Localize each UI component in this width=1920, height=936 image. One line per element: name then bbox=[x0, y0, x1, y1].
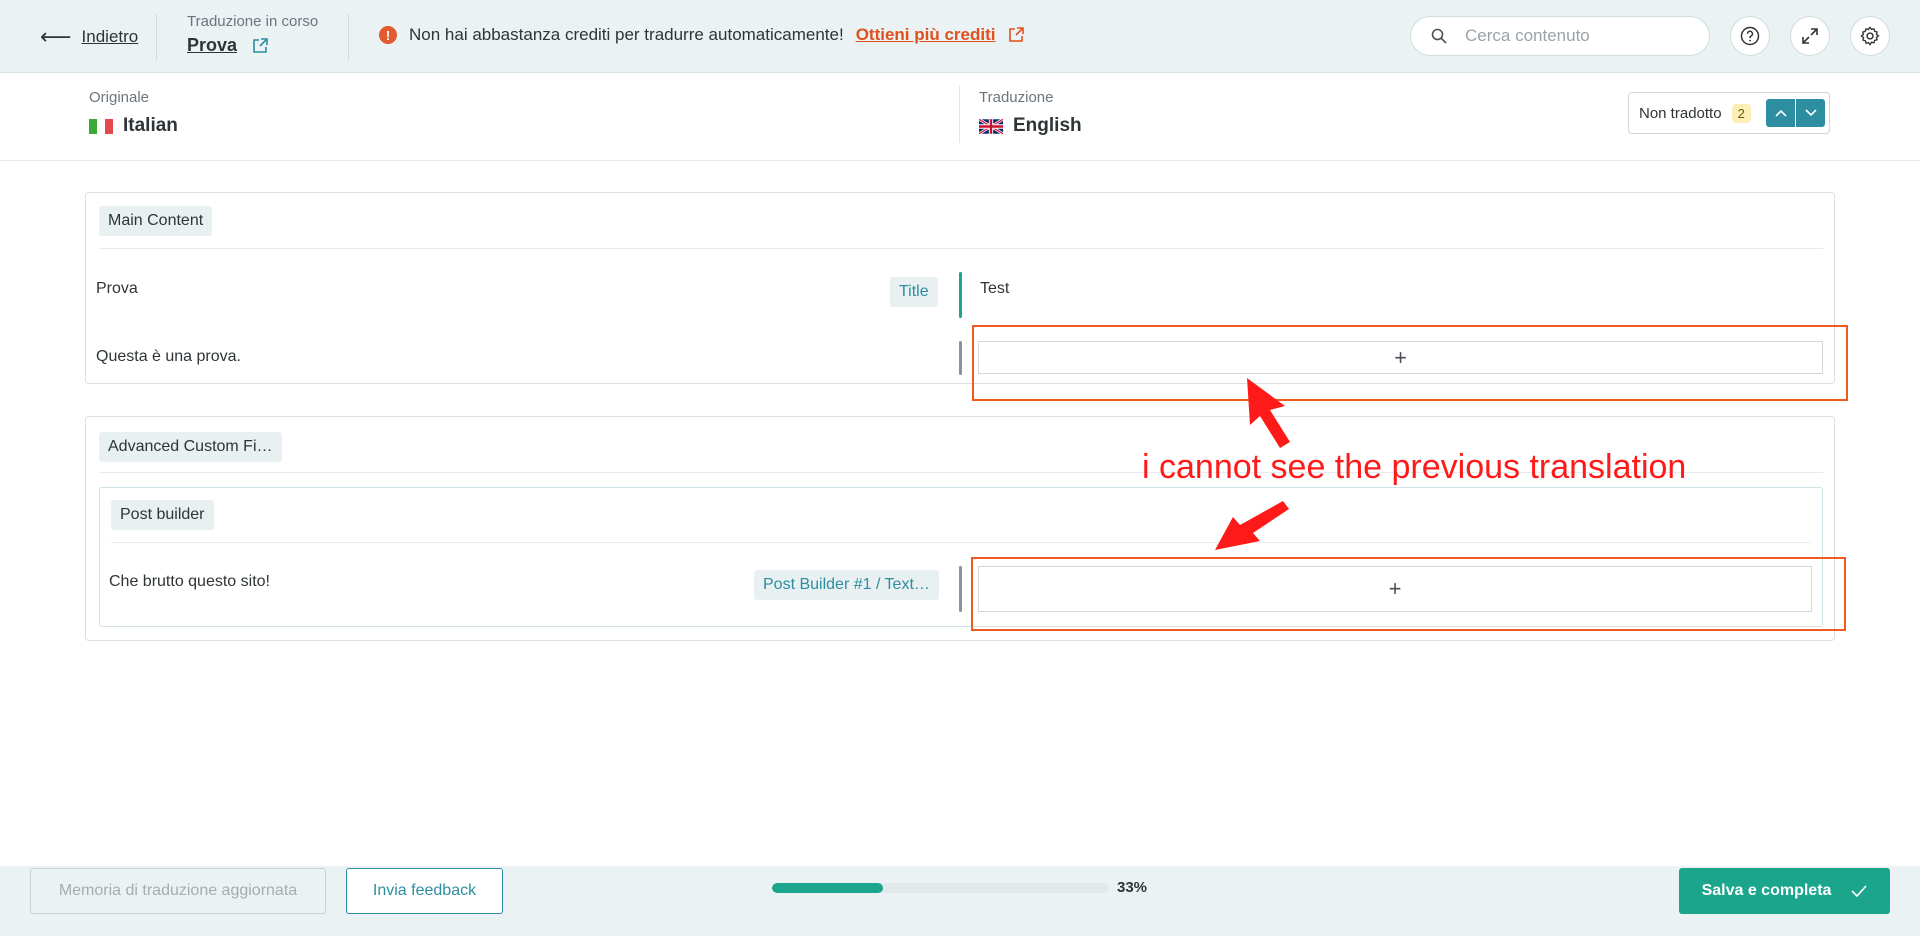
document-link[interactable]: Prova bbox=[187, 35, 318, 56]
search-input[interactable] bbox=[1465, 26, 1685, 46]
warning-text: Non hai abbastanza crediti per tradurre … bbox=[409, 25, 844, 44]
progress-fill bbox=[772, 883, 884, 893]
source-label: Originale bbox=[89, 89, 150, 106]
settings-icon bbox=[1860, 26, 1880, 46]
help-button[interactable] bbox=[1730, 16, 1770, 56]
target-label: Traduzione bbox=[979, 89, 1054, 106]
get-credits-link[interactable]: Ottieni più crediti bbox=[856, 25, 996, 45]
source-text: Questa è una prova. bbox=[96, 348, 241, 365]
chevron-up-icon bbox=[1774, 109, 1787, 117]
translated-indicator bbox=[959, 272, 962, 318]
untranslated-indicator bbox=[959, 341, 962, 375]
source-text: Che brutto questo sito! bbox=[109, 573, 270, 590]
divider bbox=[156, 14, 157, 60]
untranslated-filter[interactable]: Non tradotto 2 bbox=[1628, 92, 1830, 134]
divider bbox=[348, 14, 349, 60]
search-icon bbox=[1431, 28, 1447, 44]
divider bbox=[959, 85, 960, 143]
field-tag: Title bbox=[890, 277, 938, 307]
back-link[interactable]: ⟵ Indietro bbox=[40, 26, 138, 48]
untranslated-count-badge: 2 bbox=[1731, 103, 1751, 123]
next-untranslated-button[interactable] bbox=[1796, 99, 1825, 127]
save-and-complete-button[interactable]: Salva e completa bbox=[1679, 868, 1890, 914]
chevron-down-icon bbox=[1804, 109, 1817, 117]
annotation-box bbox=[972, 325, 1848, 401]
section-title: Advanced Custom Fi… bbox=[99, 432, 282, 462]
source-language: Originale Italian bbox=[89, 89, 178, 137]
check-icon bbox=[1851, 885, 1868, 897]
annotation-box bbox=[971, 557, 1846, 631]
progress-percent: 33% bbox=[1117, 879, 1148, 896]
status-label: Traduzione in corso bbox=[187, 13, 319, 30]
progress-bar bbox=[772, 883, 1109, 893]
untranslated-indicator bbox=[959, 566, 962, 612]
language-bar: Originale Italian Traduzione English Non… bbox=[0, 73, 1920, 161]
fullscreen-button[interactable] bbox=[1790, 16, 1830, 56]
top-bar: ⟵ Indietro Traduzione in corso Prova ! N… bbox=[0, 0, 1920, 73]
subsection-title: Post builder bbox=[111, 500, 214, 530]
uk-flag-icon bbox=[979, 118, 1003, 134]
translation-memory-button[interactable]: Memoria di traduzione aggiornata bbox=[30, 868, 326, 914]
save-button-label: Salva e completa bbox=[1701, 882, 1832, 899]
source-language-name: Italian bbox=[123, 115, 178, 136]
translation-text[interactable]: Test bbox=[980, 280, 1009, 298]
help-icon bbox=[1740, 26, 1760, 46]
back-arrow-icon: ⟵ bbox=[40, 24, 72, 49]
expand-icon bbox=[1802, 28, 1818, 44]
annotation-text: i cannot see the previous translation bbox=[1142, 448, 1687, 486]
annotation-arrow-up-icon bbox=[1247, 378, 1290, 448]
field-tag: Post Builder #1 / Text… bbox=[754, 570, 939, 600]
source-text: Prova bbox=[96, 280, 138, 297]
translation-status: Traduzione in corso Prova bbox=[187, 13, 318, 56]
send-feedback-button[interactable]: Invia feedback bbox=[346, 868, 503, 914]
untranslated-label: Non tradotto bbox=[1639, 104, 1722, 122]
document-name: Prova bbox=[187, 35, 238, 55]
italy-flag-icon bbox=[89, 118, 113, 134]
untranslated-nav bbox=[1766, 99, 1825, 127]
section-title: Main Content bbox=[99, 206, 213, 236]
divider bbox=[111, 542, 1811, 543]
annotation-arrow-down-icon bbox=[1215, 501, 1289, 550]
search-box[interactable] bbox=[1410, 16, 1710, 56]
settings-button[interactable] bbox=[1850, 16, 1890, 56]
divider bbox=[99, 248, 1823, 249]
warning-icon: ! bbox=[379, 26, 397, 44]
credits-warning: ! Non hai abbastanza crediti per tradurr… bbox=[379, 25, 1025, 45]
external-link-icon[interactable] bbox=[1007, 26, 1025, 44]
back-label: Indietro bbox=[81, 27, 139, 46]
target-language-name: English bbox=[1013, 115, 1082, 136]
external-link-icon[interactable] bbox=[251, 37, 269, 55]
target-language: Traduzione English bbox=[979, 89, 1082, 137]
previous-untranslated-button[interactable] bbox=[1766, 99, 1795, 127]
